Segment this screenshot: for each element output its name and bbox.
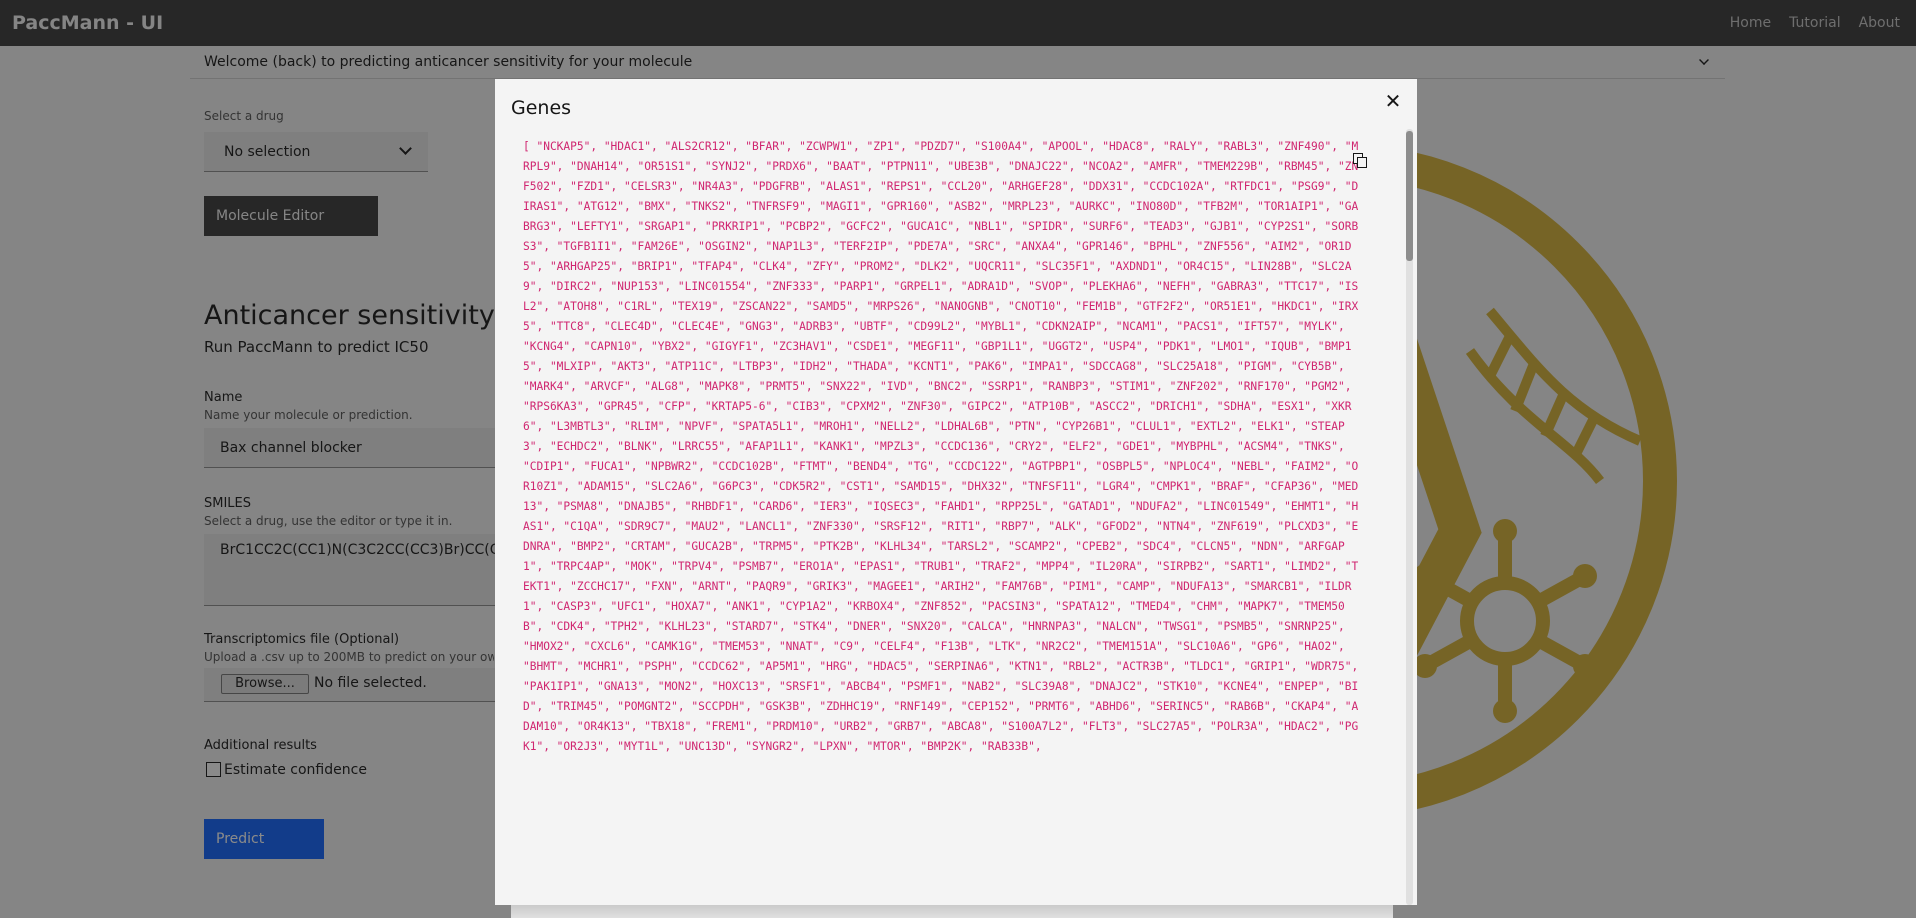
genes-list-text: [ "NCKAP5", "HDAC1", "ALS2CR12", "BFAR",… xyxy=(523,140,1365,753)
code-fade xyxy=(511,863,1393,918)
copy-icon[interactable] xyxy=(1353,153,1369,169)
genes-modal: Genes ✕ [ "NCKAP5", "HDAC1", "ALS2CR12",… xyxy=(495,79,1417,918)
modal-scrollbar-thumb[interactable] xyxy=(1406,131,1413,261)
modal-title: Genes xyxy=(511,97,572,119)
close-icon[interactable]: ✕ xyxy=(1383,91,1403,111)
genes-code-snippet: [ "NCKAP5", "HDAC1", "ALS2CR12", "BFAR",… xyxy=(511,131,1393,918)
